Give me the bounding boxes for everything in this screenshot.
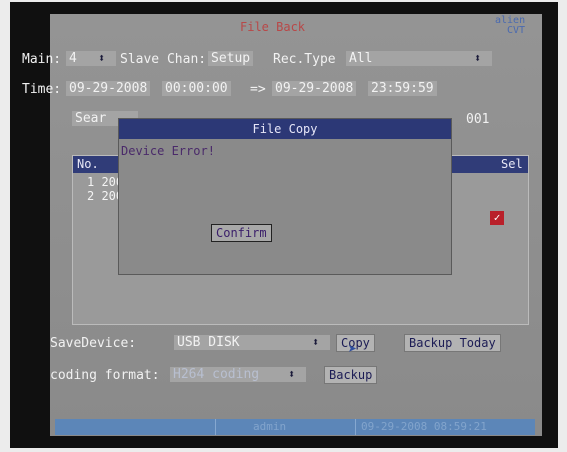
updown-arrow-icon: ⬍ <box>288 367 296 381</box>
slave-chan-label: Slave Chan: <box>120 52 207 67</box>
end-time-field[interactable]: 23:59:59 <box>368 81 437 96</box>
time-range-arrow: => <box>250 82 266 97</box>
status-datetime: 09-29-2008 08:59:21 <box>361 420 487 433</box>
dvr-screen: File Back alien CVT Main: 4 ⬍ Slave Chan… <box>10 2 558 448</box>
main-select[interactable]: 4 ⬍ <box>66 51 116 66</box>
save-device-value: USB DISK <box>177 335 240 350</box>
rec-type-label-text: Rec.Type <box>273 52 336 67</box>
start-date-field[interactable]: 09-29-2008 <box>66 81 151 96</box>
column-no: No. <box>77 157 99 171</box>
slave-chan-select[interactable]: Setup <box>208 51 254 66</box>
dialog-message: Device Error! <box>121 144 215 158</box>
rec-type-value: All <box>349 51 373 66</box>
brand-logo: alien CVT <box>495 15 526 36</box>
backup-button[interactable]: Backup <box>324 366 378 384</box>
coding-format-label: coding format: <box>50 368 160 383</box>
page-title: File Back <box>240 20 306 34</box>
search-trailing-text: 001 <box>466 112 490 127</box>
status-user: admin <box>253 420 287 433</box>
coding-format-value: H264 coding <box>173 367 260 382</box>
rec-type-select[interactable]: All ⬍ <box>346 51 492 66</box>
save-device-label: SaveDevice: <box>50 336 137 351</box>
end-date-field[interactable]: 09-29-2008 <box>272 81 357 96</box>
main-value: 4 <box>69 51 77 66</box>
mouse-cursor-icon: ➤ <box>348 340 358 358</box>
file-copy-dialog: File Copy Device Error! Confirm <box>118 118 452 275</box>
updown-arrow-icon: ⬍ <box>98 51 106 65</box>
column-sel: Sel <box>501 157 523 171</box>
status-bar: admin 09-29-2008 08:59:21 <box>55 419 535 435</box>
main-label: Main: <box>22 52 62 67</box>
backup-today-button[interactable]: Backup Today <box>404 334 501 352</box>
updown-arrow-icon: ⬍ <box>474 51 482 65</box>
selected-check-icon[interactable]: ✓ <box>490 211 504 225</box>
updown-arrow-icon: ⬍ <box>312 335 320 349</box>
status-divider <box>215 419 216 435</box>
dialog-title: File Copy <box>119 119 451 139</box>
time-label: Time: <box>22 82 62 97</box>
coding-format-select[interactable]: H264 coding ⬍ <box>170 367 306 382</box>
file-back-panel: File Back alien CVT Main: 4 ⬍ Slave Chan… <box>22 14 542 436</box>
start-time-field[interactable]: 00:00:00 <box>162 81 231 96</box>
save-device-select[interactable]: USB DISK ⬍ <box>174 335 330 350</box>
status-divider <box>355 419 356 435</box>
confirm-button[interactable]: Confirm <box>211 224 272 242</box>
